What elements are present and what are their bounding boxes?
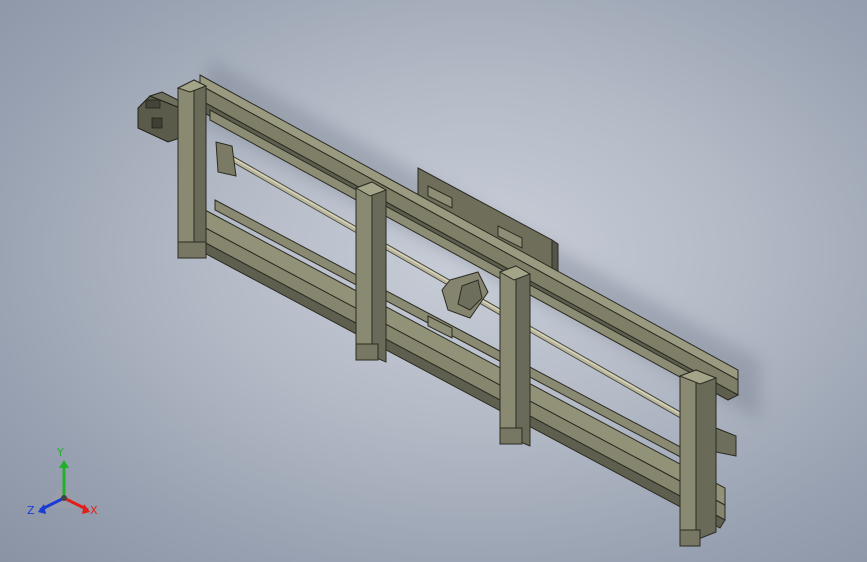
x-arrow-head	[82, 504, 90, 514]
y-arrow-head	[59, 460, 69, 468]
middle-post-1	[354, 181, 388, 363]
z-axis-label: Z	[27, 504, 35, 517]
middle-post-2	[498, 265, 532, 447]
x-axis-label: X	[90, 504, 98, 517]
graphics-viewport[interactable]: Y X Z	[0, 0, 867, 562]
y-axis-label: Y	[57, 446, 64, 459]
orientation-triad[interactable]: Y X Z	[24, 446, 104, 526]
screw-nut-block	[441, 271, 489, 319]
z-arrow-head	[38, 504, 46, 514]
cad-assembly-model[interactable]	[0, 0, 867, 562]
triad-origin	[61, 495, 67, 501]
